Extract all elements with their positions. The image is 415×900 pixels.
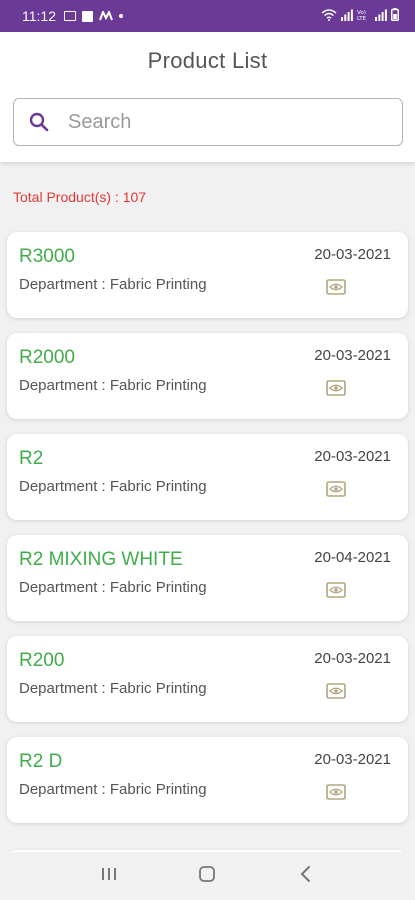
m-icon [99,9,113,24]
search-icon [28,111,50,133]
recent-apps-button[interactable] [89,856,129,896]
gallery-icon [64,11,76,21]
dot-icon [119,14,123,18]
recent-apps-icon [100,866,118,887]
product-date: 20-03-2021 [314,448,391,465]
product-card[interactable]: R2 D Department : Fabric Printing 20-03-20… [7,737,408,823]
product-date: 20-03-2021 [314,347,391,364]
product-card[interactable]: R2 MIXING WHITE Department : Fabric Print… [7,535,408,621]
back-button[interactable] [286,856,326,896]
product-card[interactable]: R3000 Department : Fabric Printing 20-03-2… [7,232,408,318]
product-name: R2 MIXING WHITE [19,549,183,570]
product-name: R2 D [19,751,63,772]
total-count: Total Product(s) : 107 [13,189,147,205]
view-icon[interactable] [326,379,346,397]
product-department: Department : Fabric Printing [19,781,207,798]
product-department: Department : Fabric Printing [19,478,207,495]
signal-icon [341,8,353,24]
product-department: Department : Fabric Printing [19,579,207,596]
signal-icon [375,8,387,24]
wifi-icon [321,8,337,24]
view-icon[interactable] [326,278,346,296]
status-bar: 11:12 Vo) LTE [0,0,415,32]
status-time: 11:12 [22,8,56,24]
product-department: Department : Fabric Printing [19,377,207,394]
home-button[interactable] [187,856,227,896]
product-department: Department : Fabric Printing [19,276,207,293]
view-icon[interactable] [326,783,346,801]
back-icon [299,865,313,888]
product-date: 20-03-2021 [314,246,391,263]
page-title: Product List [147,48,268,73]
product-date: 20-03-2021 [314,650,391,667]
product-card[interactable]: R2 Department : Fabric Printing 20-03-2021 [7,434,408,520]
home-icon [198,865,216,888]
product-name: R2000 [19,347,75,368]
product-date: 20-03-2021 [314,751,391,768]
product-date: 20-04-2021 [314,549,391,566]
square-icon [82,10,93,22]
navigation-bar [0,852,415,900]
product-department: Department : Fabric Printing [19,680,207,697]
product-name: R3000 [19,246,75,267]
svg-text:LTE: LTE [357,16,367,21]
product-card[interactable]: R200 Department : Fabric Printing 20-03-20… [7,636,408,722]
view-icon[interactable] [326,682,346,700]
search-box[interactable] [13,98,403,146]
view-icon[interactable] [326,480,346,498]
volte-icon: Vo) LTE [357,8,371,24]
product-name: R2 [19,448,44,469]
product-name: R200 [19,650,65,671]
battery-icon [391,8,399,24]
product-card[interactable]: R2000 Department : Fabric Printing 20-03-2… [7,333,408,419]
search-input[interactable] [68,110,368,134]
view-icon[interactable] [326,581,346,599]
header: Product List [0,32,415,162]
